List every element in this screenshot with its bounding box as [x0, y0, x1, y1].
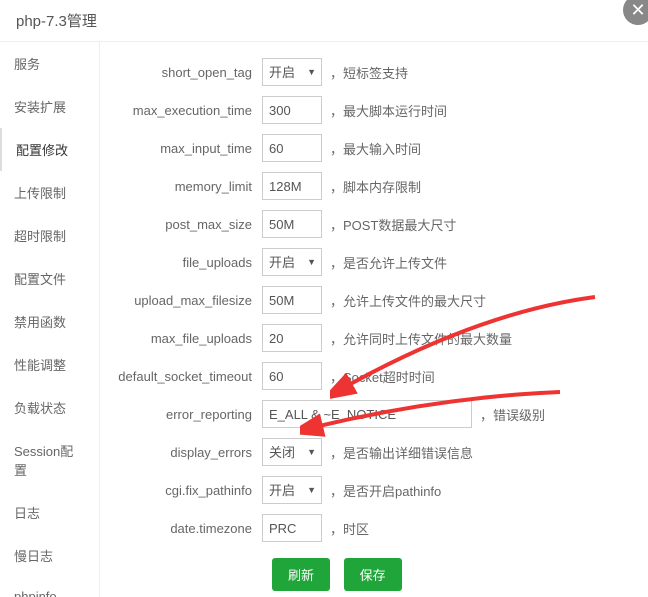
sidebar-item-load-status[interactable]: 负载状态	[0, 386, 99, 429]
row-max-execution-time: max_execution_time ，最大脚本运行时间	[112, 96, 636, 124]
label-error-reporting: error_reporting	[112, 407, 262, 422]
close-icon: ✕	[630, 0, 645, 20]
sidebar-item-service[interactable]: 服务	[0, 42, 99, 85]
label-max-file-uploads: max_file_uploads	[112, 331, 262, 346]
select-display-errors[interactable]: 关闭	[262, 438, 322, 466]
desc-error-reporting: ，错误级别	[480, 405, 545, 424]
label-file-uploads: file_uploads	[112, 255, 262, 270]
label-memory-limit: memory_limit	[112, 179, 262, 194]
input-max-execution-time[interactable]	[262, 96, 322, 124]
desc-upload-max-filesize: ，允许上传文件的最大尺寸	[330, 291, 486, 310]
save-button[interactable]: 保存	[344, 558, 402, 591]
sidebar-item-install-ext[interactable]: 安装扩展	[0, 85, 99, 128]
select-file-uploads[interactable]: 开启	[262, 248, 322, 276]
label-max-input-time: max_input_time	[112, 141, 262, 156]
input-max-input-time[interactable]	[262, 134, 322, 162]
input-post-max-size[interactable]	[262, 210, 322, 238]
input-error-reporting[interactable]	[262, 400, 472, 428]
input-default-socket-timeout[interactable]	[262, 362, 322, 390]
desc-cgi-fix-pathinfo: ，是否开启pathinfo	[330, 481, 441, 500]
row-default-socket-timeout: default_socket_timeout ，Socket超时时间	[112, 362, 636, 390]
label-cgi-fix-pathinfo: cgi.fix_pathinfo	[112, 483, 262, 498]
label-post-max-size: post_max_size	[112, 217, 262, 232]
sidebar-item-phpinfo[interactable]: phpinfo	[0, 577, 99, 597]
desc-file-uploads: ，是否允许上传文件	[330, 253, 447, 272]
row-upload-max-filesize: upload_max_filesize ，允许上传文件的最大尺寸	[112, 286, 636, 314]
row-date-timezone: date.timezone ，时区	[112, 514, 636, 542]
label-default-socket-timeout: default_socket_timeout	[112, 369, 262, 384]
desc-short-open-tag: ，短标签支持	[330, 63, 408, 82]
row-max-input-time: max_input_time ，最大输入时间	[112, 134, 636, 162]
label-date-timezone: date.timezone	[112, 521, 262, 536]
desc-display-errors: ，是否输出详细错误信息	[330, 443, 473, 462]
row-display-errors: display_errors 关闭 ，是否输出详细错误信息	[112, 438, 636, 466]
sidebar-item-upload-limit[interactable]: 上传限制	[0, 171, 99, 214]
sidebar-item-perf[interactable]: 性能调整	[0, 343, 99, 386]
desc-post-max-size: ，POST数据最大尺寸	[330, 215, 456, 234]
sidebar-item-session[interactable]: Session配置	[0, 429, 99, 491]
sidebar-item-log[interactable]: 日志	[0, 491, 99, 534]
php-manage-modal: ✕ php-7.3管理 服务 安装扩展 配置修改 上传限制 超时限制 配置文件 …	[0, 0, 648, 597]
desc-memory-limit: ，脚本内存限制	[330, 177, 421, 196]
desc-max-execution-time: ，最大脚本运行时间	[330, 101, 447, 120]
input-max-file-uploads[interactable]	[262, 324, 322, 352]
select-short-open-tag[interactable]: 开启	[262, 58, 322, 86]
label-short-open-tag: short_open_tag	[112, 65, 262, 80]
input-memory-limit[interactable]	[262, 172, 322, 200]
input-upload-max-filesize[interactable]	[262, 286, 322, 314]
select-cgi-fix-pathinfo[interactable]: 开启	[262, 476, 322, 504]
desc-default-socket-timeout: ，Socket超时时间	[330, 367, 435, 386]
modal-body: 服务 安装扩展 配置修改 上传限制 超时限制 配置文件 禁用函数 性能调整 负载…	[0, 42, 648, 597]
row-short-open-tag: short_open_tag 开启 ，短标签支持	[112, 58, 636, 86]
sidebar: 服务 安装扩展 配置修改 上传限制 超时限制 配置文件 禁用函数 性能调整 负载…	[0, 42, 100, 597]
row-error-reporting: error_reporting ，错误级别	[112, 400, 636, 428]
desc-max-input-time: ，最大输入时间	[330, 139, 421, 158]
sidebar-item-config-file[interactable]: 配置文件	[0, 257, 99, 300]
row-max-file-uploads: max_file_uploads ，允许同时上传文件的最大数量	[112, 324, 636, 352]
label-upload-max-filesize: upload_max_filesize	[112, 293, 262, 308]
desc-date-timezone: ，时区	[330, 519, 369, 538]
modal-header: php-7.3管理	[0, 0, 648, 42]
refresh-button[interactable]: 刷新	[272, 558, 330, 591]
label-display-errors: display_errors	[112, 445, 262, 460]
content-pane: short_open_tag 开启 ，短标签支持 max_execution_t…	[100, 42, 648, 597]
row-file-uploads: file_uploads 开启 ，是否允许上传文件	[112, 248, 636, 276]
row-cgi-fix-pathinfo: cgi.fix_pathinfo 开启 ，是否开启pathinfo	[112, 476, 636, 504]
button-row: 刷新 保存	[272, 558, 636, 591]
input-date-timezone[interactable]	[262, 514, 322, 542]
modal-title: php-7.3管理	[16, 13, 97, 30]
row-post-max-size: post_max_size ，POST数据最大尺寸	[112, 210, 636, 238]
row-memory-limit: memory_limit ，脚本内存限制	[112, 172, 636, 200]
sidebar-item-slow-log[interactable]: 慢日志	[0, 534, 99, 577]
desc-max-file-uploads: ，允许同时上传文件的最大数量	[330, 329, 512, 348]
sidebar-item-config-edit[interactable]: 配置修改	[0, 128, 99, 171]
label-max-execution-time: max_execution_time	[112, 103, 262, 118]
sidebar-item-timeout-limit[interactable]: 超时限制	[0, 214, 99, 257]
sidebar-item-disable-func[interactable]: 禁用函数	[0, 300, 99, 343]
